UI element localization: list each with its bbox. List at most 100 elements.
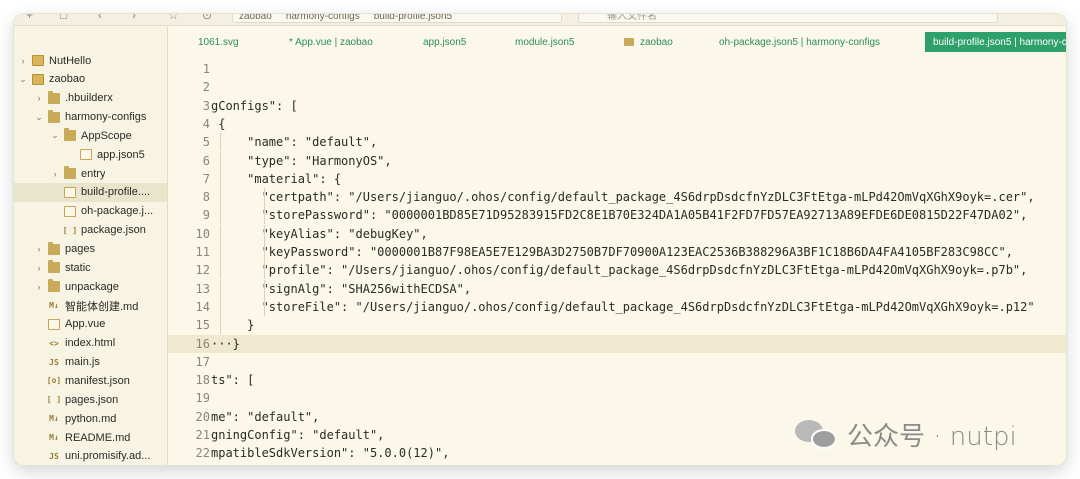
editor-tab[interactable]: zaobao bbox=[624, 32, 673, 52]
save-icon[interactable]: □ bbox=[60, 14, 74, 22]
new-file-icon[interactable]: + bbox=[26, 14, 40, 22]
line-number: 6 bbox=[202, 153, 210, 168]
tree-item[interactable]: › NutHello bbox=[14, 51, 167, 70]
tree-item[interactable]: M↓ README.md bbox=[14, 428, 167, 447]
tree-item[interactable]: ⌄ harmony-configs bbox=[14, 108, 167, 127]
run-icon[interactable]: ⊙ bbox=[202, 14, 216, 22]
tree-item[interactable]: JS main.js bbox=[14, 353, 167, 372]
code-text: "keyAlias": "debugKey", bbox=[211, 226, 428, 241]
editor-tab[interactable]: build-profile.json5 | harmony-c bbox=[925, 32, 1066, 52]
tree-item-label: package.json bbox=[81, 224, 146, 237]
indent-guide bbox=[264, 188, 265, 207]
indent-guide bbox=[220, 261, 221, 280]
tree-item[interactable]: M↓ python.md bbox=[14, 409, 167, 428]
code-text: { bbox=[211, 116, 226, 131]
tree-item-label: index.html bbox=[65, 337, 116, 350]
editor-tab[interactable]: module.json5 bbox=[515, 32, 574, 52]
code-text: "profile": "/Users/jianguo/.ohos/config/… bbox=[211, 263, 1028, 278]
tree-item[interactable]: app.json5 bbox=[14, 145, 167, 164]
line-number: 19 bbox=[195, 391, 210, 406]
tree-item-label: main.js bbox=[65, 356, 100, 369]
breadcrumb-item[interactable]: zaobao bbox=[239, 14, 272, 22]
code-text: "keyPassword": "0000001B87F98EA5E7E129BA… bbox=[211, 245, 1013, 259]
code-text: "material": { bbox=[211, 171, 342, 186]
tree-item-label: build-profile.... bbox=[81, 186, 151, 199]
js-icon: JS bbox=[49, 451, 59, 461]
chevron-down-icon[interactable]: ⌄ bbox=[18, 74, 28, 85]
breadcrumb[interactable]: zaobao harmony-configs build-profile.jso… bbox=[232, 14, 562, 23]
project-icon bbox=[32, 73, 44, 85]
code-text: me": "default", bbox=[211, 409, 320, 424]
chevron-right-icon[interactable]: › bbox=[34, 263, 44, 273]
watermark: 公众号 · nutpi bbox=[795, 416, 1017, 452]
line-number: 1 bbox=[202, 62, 210, 76]
code-line: 13 "signAlg": "SHA256withECDSA", bbox=[168, 279, 1066, 298]
code-line: 11 "keyPassword": "0000001B87F98EA5E7E12… bbox=[168, 243, 1066, 261]
indent-guide bbox=[220, 188, 221, 207]
back-icon[interactable]: ‹ bbox=[98, 14, 112, 22]
tree-item[interactable]: App.vue bbox=[14, 315, 167, 334]
code-text: "signAlg": "SHA256withECDSA", bbox=[211, 281, 472, 296]
chevron-right-icon[interactable]: › bbox=[18, 56, 28, 66]
tree-item[interactable]: [o] manifest.json bbox=[14, 371, 167, 390]
breadcrumb-item[interactable]: harmony-configs bbox=[286, 14, 360, 22]
tree-item[interactable]: JS uni.promisify.ad... bbox=[14, 447, 167, 465]
tab-label: oh-package.json5 | harmony-configs bbox=[719, 36, 881, 48]
editor-tab[interactable]: * App.vue | zaobao bbox=[289, 32, 373, 52]
folder-icon bbox=[64, 166, 76, 180]
code-line: 14 "storeFile": "/Users/jianguo/.ohos/co… bbox=[168, 297, 1066, 316]
tree-item[interactable]: M↓ 智能体创建.md bbox=[14, 296, 167, 315]
tree-item-label: pages bbox=[65, 243, 95, 255]
tree-item[interactable]: › unpackage bbox=[14, 277, 167, 296]
line-number: 10 bbox=[195, 226, 210, 241]
tree-item-label: .hbuilderx bbox=[65, 92, 113, 105]
line-number: 3 bbox=[202, 98, 210, 113]
tree-item[interactable]: › .hbuilderx bbox=[14, 89, 167, 108]
chevron-down-icon[interactable]: ⌄ bbox=[50, 130, 60, 141]
editor-tab[interactable]: 1061.svg bbox=[198, 32, 239, 52]
chevron-down-icon[interactable]: ⌄ bbox=[34, 112, 44, 123]
tree-item[interactable]: ⌄ zaobao bbox=[14, 70, 167, 89]
chevron-right-icon[interactable]: › bbox=[34, 93, 44, 103]
line-number: 15 bbox=[195, 318, 210, 333]
code-line: 2 bbox=[168, 78, 1066, 96]
editor-tab[interactable]: app.json5 bbox=[423, 32, 466, 52]
code-line: 10 "keyAlias": "debugKey", bbox=[168, 224, 1066, 243]
editor-tab[interactable]: oh-package.json5 | harmony-configs bbox=[719, 32, 880, 52]
chevron-right-icon[interactable]: › bbox=[34, 282, 44, 292]
breadcrumb-item[interactable]: build-profile.json5 bbox=[374, 14, 452, 22]
markdown-icon: M↓ bbox=[49, 414, 59, 424]
tree-item[interactable]: [ ] package.json bbox=[14, 221, 167, 240]
code-line: 23ntimeOS": "HarmonyOS" bbox=[168, 463, 1066, 466]
json-icon: [ ] bbox=[62, 225, 78, 235]
tree-item[interactable]: oh-package.j... bbox=[14, 202, 167, 221]
forward-icon[interactable]: › bbox=[132, 14, 146, 22]
tree-item[interactable]: <> index.html bbox=[14, 334, 167, 353]
code-line: 1 bbox=[168, 60, 1066, 78]
bookmark-icon[interactable]: ☆ bbox=[168, 14, 182, 22]
tree-item[interactable]: › pages bbox=[14, 240, 167, 259]
line-number: 16 bbox=[195, 336, 210, 351]
markdown-icon: M↓ bbox=[49, 433, 59, 442]
line-number: 9 bbox=[202, 208, 210, 223]
line-number: 8 bbox=[202, 190, 210, 205]
chevron-right-icon[interactable]: › bbox=[50, 169, 60, 179]
tree-item-label: harmony-configs bbox=[65, 111, 147, 124]
tree-item-label: uni.promisify.ad... bbox=[65, 450, 151, 463]
code-editor[interactable]: 1 2 3 gConfigs": [4 {5 "name": "default", 6 … bbox=[168, 56, 1066, 465]
line-number: 14 bbox=[195, 299, 210, 314]
file-search-input[interactable]: 输入文件名 bbox=[578, 14, 998, 23]
tree-item[interactable]: ⌄ AppScope bbox=[14, 126, 167, 145]
tree-item-label: static bbox=[65, 261, 91, 274]
tree-item[interactable]: › entry bbox=[14, 164, 167, 183]
code-line: 3 gConfigs": [ bbox=[168, 97, 1066, 115]
project-icon bbox=[32, 55, 44, 66]
tree-item[interactable]: [ ] pages.json bbox=[14, 390, 167, 409]
tree-item[interactable]: › static bbox=[14, 258, 167, 277]
chevron-right-icon[interactable]: › bbox=[34, 244, 44, 254]
code-line: 9 "storePassword": "0000001BD85E71D95283… bbox=[168, 206, 1066, 225]
tree-item-label: python.md bbox=[65, 412, 117, 425]
tree-item[interactable]: build-profile.... bbox=[14, 182, 167, 202]
folder-icon bbox=[48, 279, 60, 293]
indent-guide bbox=[264, 261, 265, 280]
